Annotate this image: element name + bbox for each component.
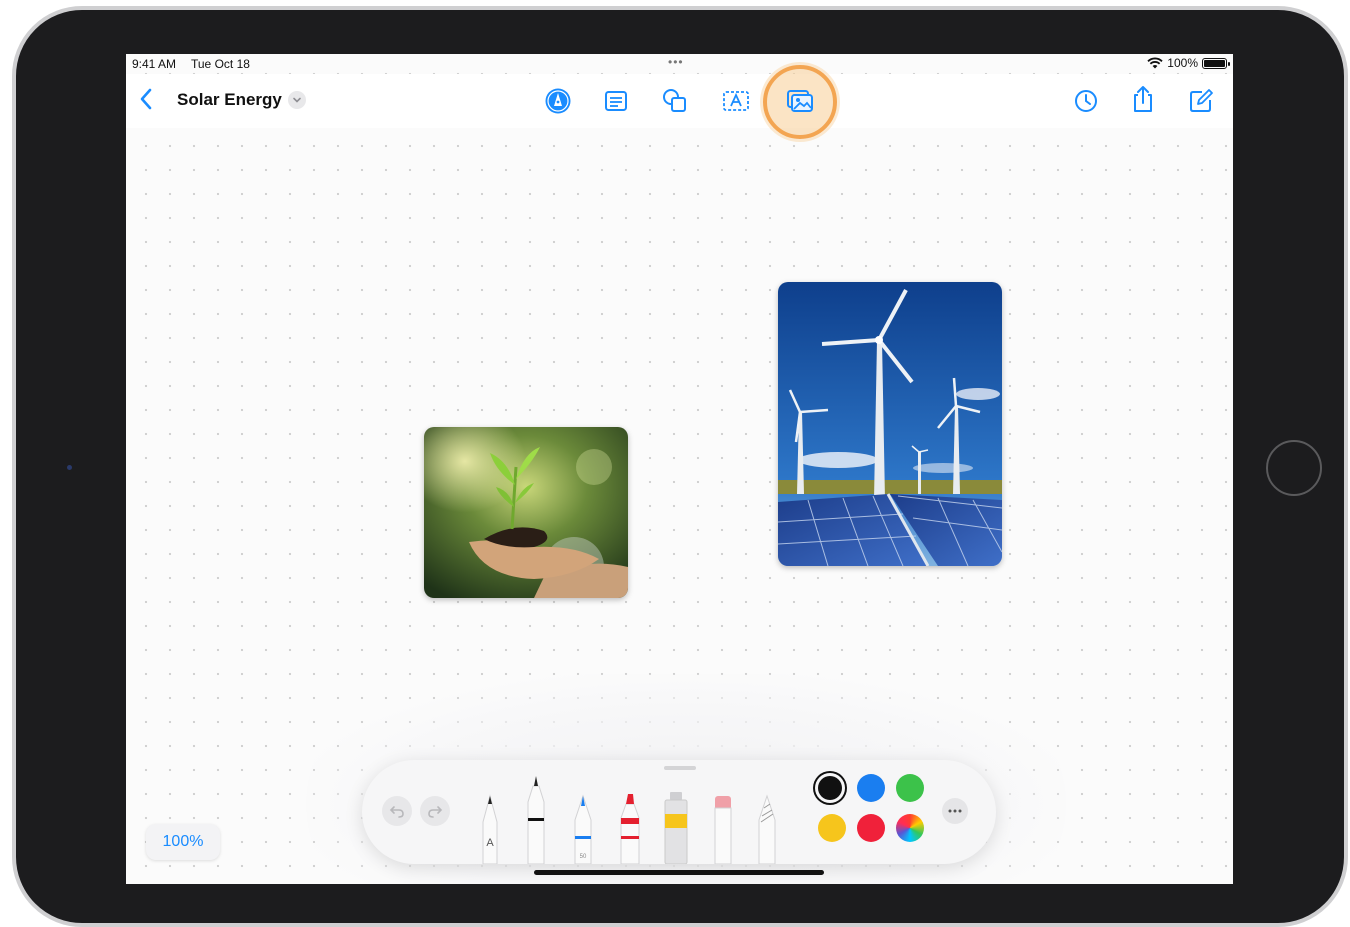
pen-tip-icon xyxy=(545,88,571,114)
palette-grabber[interactable] xyxy=(664,766,696,770)
home-indicator[interactable] xyxy=(534,870,824,875)
share-icon xyxy=(1134,86,1152,112)
back-button[interactable] xyxy=(134,86,160,112)
ellipsis-icon xyxy=(948,809,962,813)
color-swatch-blue[interactable] xyxy=(857,774,885,802)
media-icon xyxy=(787,90,813,112)
wifi-icon xyxy=(1147,57,1163,69)
compose-button[interactable] xyxy=(1184,84,1218,118)
color-swatch-green[interactable] xyxy=(896,774,924,802)
color-swatch-yellow[interactable] xyxy=(818,814,846,842)
toolbar: Solar Energy xyxy=(126,65,1233,139)
pen-tool-button[interactable] xyxy=(541,84,575,118)
pen-size-label: 50 xyxy=(580,854,587,860)
text-box-icon xyxy=(723,91,749,111)
eraser-tool[interactable] xyxy=(712,794,734,869)
history-icon xyxy=(1075,90,1097,112)
redo-icon xyxy=(428,806,443,818)
status-date: Tue Oct 18 xyxy=(191,57,250,71)
title-menu-button[interactable] xyxy=(288,91,306,109)
watercolor-tool[interactable] xyxy=(662,790,690,869)
status-indicators: 100% xyxy=(1147,56,1230,70)
pen-label: A xyxy=(486,837,494,849)
pencil-icon xyxy=(758,794,776,865)
shapes-icon xyxy=(663,89,686,112)
battery-percent: 100% xyxy=(1167,56,1198,70)
battery-icon xyxy=(1202,57,1230,69)
note-tool-button[interactable] xyxy=(599,84,633,118)
wind-photo-image xyxy=(778,282,1002,566)
more-options-button[interactable] xyxy=(942,798,968,824)
zoom-level-button[interactable]: 100% xyxy=(146,824,220,860)
monoline-pen-icon: A xyxy=(482,794,498,865)
ballpoint-pen-tool[interactable]: 50 xyxy=(572,792,594,869)
freeform-screen: 9:41 AM Tue Oct 18 ••• 100% Solar Energy xyxy=(126,54,1233,884)
text-tool-button[interactable] xyxy=(719,84,753,118)
shapes-tool-button[interactable] xyxy=(658,84,692,118)
board-title[interactable]: Solar Energy xyxy=(177,90,282,110)
color-swatch-red[interactable] xyxy=(857,814,885,842)
redo-button[interactable] xyxy=(420,796,450,826)
color-swatch-black[interactable] xyxy=(818,776,842,800)
chevron-down-icon xyxy=(293,97,301,103)
marker-tool[interactable] xyxy=(618,792,642,869)
home-button[interactable] xyxy=(1266,440,1322,496)
front-camera xyxy=(67,465,72,470)
ballpoint-pen-icon: 50 xyxy=(574,794,592,865)
plant-in-hands-photo[interactable] xyxy=(424,427,628,598)
eraser-icon xyxy=(714,796,732,865)
drawing-tool-palette: A 50 xyxy=(362,760,996,865)
undo-button[interactable] xyxy=(382,796,412,826)
note-icon xyxy=(605,91,627,111)
share-button[interactable] xyxy=(1126,82,1160,116)
media-tool-button[interactable] xyxy=(783,84,817,118)
fountain-pen-icon xyxy=(527,776,545,865)
plant-photo-image xyxy=(424,427,628,598)
fountain-pen-tool[interactable] xyxy=(524,774,548,869)
undo-icon xyxy=(389,806,404,818)
marker-icon xyxy=(620,794,640,865)
status-bar: 9:41 AM Tue Oct 18 ••• 100% xyxy=(126,54,1233,74)
wind-turbines-solar-panels-photo[interactable] xyxy=(778,282,1002,566)
monoline-pen-tool[interactable]: A xyxy=(480,792,500,869)
watercolor-icon xyxy=(664,792,688,865)
status-time: 9:41 AM xyxy=(132,57,177,71)
chevron-left-icon xyxy=(140,88,152,110)
multitasking-handle[interactable]: ••• xyxy=(668,55,684,69)
compose-icon xyxy=(1190,89,1213,112)
color-picker-wheel[interactable] xyxy=(896,814,924,842)
pencil-tool[interactable] xyxy=(756,792,778,869)
history-button[interactable] xyxy=(1069,84,1103,118)
